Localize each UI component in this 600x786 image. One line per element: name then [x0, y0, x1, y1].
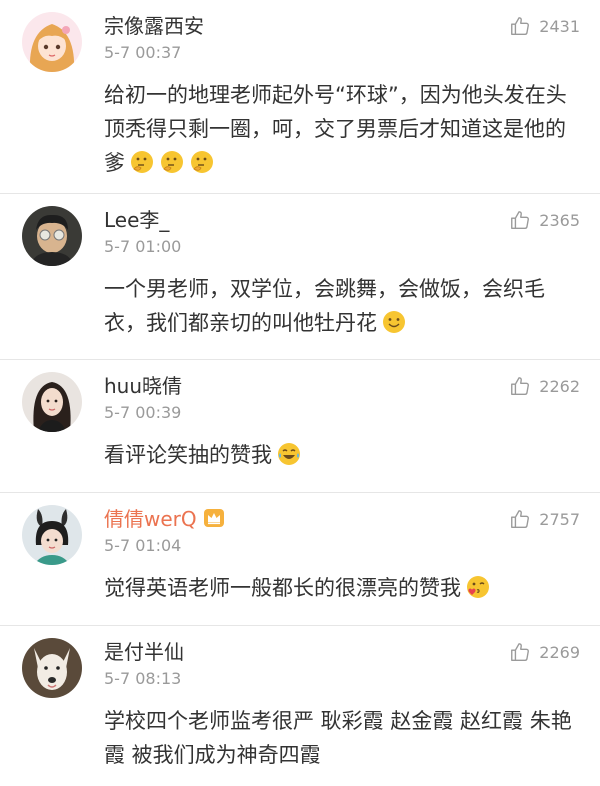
avatar[interactable]: [22, 638, 82, 698]
like-count: 2262: [539, 376, 580, 396]
comment-item: 倩倩werQ 5-7 01:04 2757 觉得英语老师一般都长的很漂亮的赞我: [0, 493, 600, 626]
timestamp: 5-7 01:00: [104, 237, 182, 256]
thinking-emoji: [191, 151, 213, 173]
comment-item: Lee李_ 5-7 01:00 2365 一个男老师，双学位，会跳舞，会做饭，会…: [0, 194, 600, 360]
thumbs-up-icon: [511, 17, 530, 35]
avatar-photo-bunny-ears: [22, 505, 82, 565]
crown-icon: [203, 509, 224, 527]
avatar[interactable]: [22, 206, 82, 266]
smile-emoji: [383, 311, 405, 333]
username[interactable]: huu晓倩: [104, 372, 182, 400]
like-button[interactable]: 2757: [509, 507, 580, 531]
avatar[interactable]: [22, 372, 82, 432]
like-button[interactable]: 2431: [509, 14, 580, 38]
avatar-photo-dog: [22, 638, 82, 698]
username[interactable]: Lee李_: [104, 206, 169, 234]
username[interactable]: 宗像露西安: [104, 12, 204, 40]
like-button[interactable]: 2269: [509, 640, 580, 664]
username[interactable]: 是付半仙: [104, 638, 184, 666]
like-button[interactable]: 2365: [509, 208, 580, 232]
avatar-photo-man: [22, 206, 82, 266]
comment-item: 是付半仙 5-7 08:13 2269 学校四个老师监考很严 耿彩霞 赵金霞 赵…: [0, 626, 600, 786]
comment-text: 觉得英语老师一般都长的很漂亮的赞我: [104, 571, 578, 605]
thumbs-up-icon: [511, 643, 530, 661]
avatar[interactable]: [22, 505, 82, 565]
timestamp: 5-7 01:04: [104, 536, 182, 555]
like-count: 2269: [539, 642, 580, 662]
comment-text-content: 一个男老师，双学位，会跳舞，会做饭，会织毛衣，我们都亲切的叫他牡丹花: [104, 277, 545, 335]
laugh-cry-emoji: [278, 443, 300, 465]
like-button[interactable]: 2262: [509, 374, 580, 398]
thumbs-up-icon: [511, 510, 530, 528]
comment-text: 一个男老师，双学位，会跳舞，会做饭，会织毛衣，我们都亲切的叫他牡丹花: [104, 272, 578, 340]
comment-text: 给初一的地理老师起外号“环球”，因为他头发在头顶秃得只剩一圈，呵，交了男票后才知…: [104, 78, 578, 180]
comment-text-content: 学校四个老师监考很严 耿彩霞 赵金霞 赵红霞 朱艳霞 被我们成为神奇四霞: [104, 709, 572, 767]
avatar-photo-woman: [22, 372, 82, 432]
thinking-emoji: [161, 151, 183, 173]
thumbs-up-icon: [511, 211, 530, 229]
comment-text: 学校四个老师监考很严 耿彩霞 赵金霞 赵红霞 朱艳霞 被我们成为神奇四霞: [104, 704, 578, 772]
comment-item: 宗像露西安 5-7 00:37 2431 给初一的地理老师起外号“环球”，因为他…: [0, 0, 600, 194]
comment-item: huu晓倩 5-7 00:39 2262 看评论笑抽的赞我: [0, 360, 600, 493]
comment-feed: 宗像露西安 5-7 00:37 2431 给初一的地理老师起外号“环球”，因为他…: [0, 0, 600, 786]
timestamp: 5-7 08:13: [104, 669, 182, 688]
timestamp: 5-7 00:39: [104, 403, 182, 422]
timestamp: 5-7 00:37: [104, 43, 182, 62]
thinking-emoji: [131, 151, 153, 173]
avatar-anime-girl: [22, 12, 82, 72]
avatar[interactable]: [22, 12, 82, 72]
username[interactable]: 倩倩werQ: [104, 505, 225, 533]
comment-text-content: 觉得英语老师一般都长的很漂亮的赞我: [104, 576, 461, 600]
username-text: 倩倩werQ: [104, 507, 197, 531]
comment-text: 看评论笑抽的赞我: [104, 438, 578, 472]
like-count: 2365: [539, 210, 580, 230]
like-count: 2757: [539, 509, 580, 529]
thumbs-up-icon: [511, 377, 530, 395]
like-count: 2431: [539, 16, 580, 36]
comment-text-content: 看评论笑抽的赞我: [104, 443, 272, 467]
heart-kiss-emoji: [467, 576, 489, 598]
